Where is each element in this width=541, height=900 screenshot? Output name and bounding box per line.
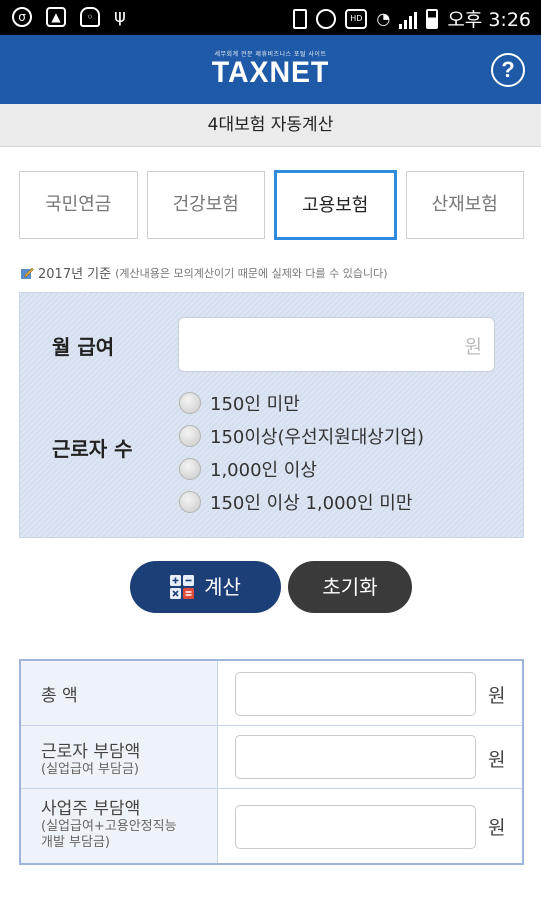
employer-share-unit: 원 — [488, 817, 506, 839]
salary-label: 월 급여 — [52, 335, 115, 359]
total-amount-field[interactable] — [235, 672, 476, 716]
result-row-total: 총 액 원 — [21, 661, 522, 726]
signal-icon — [399, 9, 418, 29]
tab-national-pension[interactable]: 국민연금 — [19, 171, 138, 239]
result-label-sub: (실업급여+고용안정직능 개발 부담금) — [41, 819, 177, 850]
radio-button[interactable] — [179, 425, 201, 447]
tab-employment-insurance[interactable]: 고용보험 — [274, 170, 397, 240]
employer-share-field[interactable] — [235, 805, 476, 849]
radio-button[interactable] — [179, 458, 201, 480]
total-amount-unit: 원 — [488, 685, 506, 707]
pencil-note-icon — [21, 267, 34, 279]
logo[interactable]: 세무회계 전문 제휴비즈니스 포털 사이트 TAXNET — [0, 49, 541, 88]
radio-button[interactable] — [179, 392, 201, 414]
battery-icon — [426, 8, 439, 29]
tab-industrial-accident-insurance[interactable]: 산재보험 — [405, 171, 524, 239]
usb-icon: ψ — [114, 6, 126, 27]
input-panel: 월 급여 원 근로자 수 150인 미만 150이상(우선지원대상기업) 1,0… — [19, 292, 524, 538]
result-row-employer: 사업주 부담액 (실업급여+고용안정직능 개발 부담금) 원 — [21, 789, 522, 863]
employee-share-field[interactable] — [235, 735, 476, 779]
app-header: 세무회계 전문 제휴비즈니스 포털 사이트 TAXNET ? — [0, 35, 541, 104]
status-left-icons: σ ▲ ◦ ψ — [12, 7, 126, 27]
notice: 2017년 기준 (계산내용은 모의계산이기 때문에 실제와 다를 수 있습니다… — [20, 263, 388, 282]
alarm-icon — [316, 8, 337, 29]
hd-icon: HD — [345, 8, 368, 29]
worker-option-label: 150인 미만 — [210, 394, 300, 415]
result-label-main: 근로자 부담액 — [41, 742, 141, 762]
worker-option-label: 150이상(우선지원대상기업) — [210, 427, 425, 448]
insurance-tabs: 국민연금 건강보험 고용보험 산재보험 — [19, 170, 524, 240]
result-table: 총 액 원 근로자 부담액 (실업급여 부담금) 원 사업주 부담액 (실업급여… — [19, 659, 524, 865]
help-icon[interactable]: ? — [491, 53, 525, 87]
calculate-label: 계산 — [204, 575, 241, 599]
calculator-icon — [170, 574, 195, 599]
worker-option-label: 1,000인 이상 — [210, 460, 317, 481]
vibrate-icon — [293, 8, 308, 29]
salary-unit: 원 — [464, 336, 482, 358]
worker-option-3[interactable]: 1,000인 이상 — [179, 456, 317, 482]
result-label: 근로자 부담액 (실업급여 부담금) — [21, 726, 218, 788]
calculate-button[interactable]: 계산 — [130, 561, 281, 613]
worker-option-4[interactable]: 150인 이상 1,000인 미만 — [179, 489, 412, 515]
salary-input[interactable]: 원 — [178, 317, 495, 372]
worker-option-label: 150인 이상 1,000인 미만 — [210, 493, 413, 514]
notice-main: 2017년 기준 — [38, 267, 112, 282]
page-title: 4대보험 자동계산 — [0, 104, 541, 147]
image-icon: ▲ — [46, 7, 66, 27]
result-label: 총 액 — [21, 661, 218, 725]
result-label-main: 사업주 부담액 — [41, 799, 141, 819]
status-time: 오후 3:26 — [447, 9, 531, 31]
status-bar: σ ▲ ◦ ψ HD ◔ 오후 3:26 — [0, 0, 541, 35]
worker-option-2[interactable]: 150이상(우선지원대상기업) — [179, 423, 424, 449]
status-right-icons: HD ◔ 오후 3:26 — [293, 5, 531, 32]
reset-button[interactable]: 초기화 — [288, 561, 412, 613]
notification-icon: σ — [12, 7, 32, 27]
notice-sub: (계산내용은 모의계산이기 때문에 실제와 다를 수 있습니다) — [115, 266, 388, 280]
android-icon: ◦ — [80, 7, 100, 27]
wifi-icon: ◔ — [376, 9, 391, 28]
result-label-main: 총 액 — [41, 686, 78, 706]
result-row-employee: 근로자 부담액 (실업급여 부담금) 원 — [21, 726, 522, 789]
result-label: 사업주 부담액 (실업급여+고용안정직능 개발 부담금) — [21, 789, 218, 863]
result-label-sub: (실업급여 부담금) — [41, 762, 139, 777]
worker-option-1[interactable]: 150인 미만 — [179, 390, 300, 416]
radio-button[interactable] — [179, 491, 201, 513]
workers-label: 근로자 수 — [52, 437, 133, 461]
logo-text: TAXNET — [211, 56, 330, 89]
tab-health-insurance[interactable]: 건강보험 — [146, 171, 265, 239]
employee-share-unit: 원 — [488, 749, 506, 771]
